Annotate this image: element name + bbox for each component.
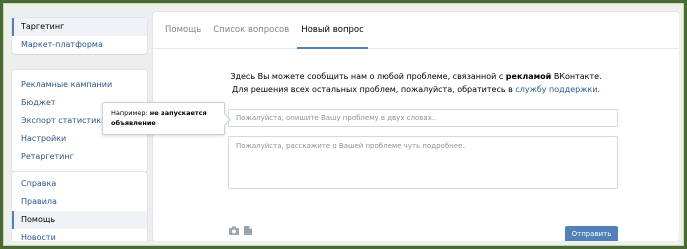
camera-icon[interactable] [229,226,239,238]
document-icon[interactable] [244,226,252,238]
sidebar-item-reference[interactable]: Справка [12,175,147,193]
intro-line2-end: . [597,85,600,94]
tooltip-example-2: объявление [111,119,156,127]
intro-line1-bold: рекламой [505,72,552,81]
main-panel: Помощь Список вопросов Новый вопрос Здес… [153,12,679,241]
send-button[interactable]: Отправить [565,226,618,241]
sidebar-item-retargeting[interactable]: Ретаргетинг [12,148,147,166]
tab-questions-list[interactable]: Список вопросов [207,12,295,48]
tab-bar: Помощь Список вопросов Новый вопрос [153,12,679,49]
tab-new-question[interactable]: Новый вопрос [295,12,370,49]
page-inner: Таргетинг Маркет-платформа Рекламные кам… [10,10,679,241]
sidebar-item-rules[interactable]: Правила [12,193,147,211]
sidebar-group-help: Справка Правила Помощь Новости [12,172,147,241]
question-title-input[interactable]: Пожалуйста, опишите Вашу проблему в двух… [228,109,618,127]
tooltip-prefix: Например: [111,109,150,117]
outer-frame: Таргетинг Маркет-платформа Рекламные кам… [3,3,684,246]
sidebar-group-ads: Таргетинг Маркет-платформа [12,18,147,54]
intro-line1-text: Здесь Вы можете сообщить нам о любой про… [230,72,506,81]
intro-line-1: Здесь Вы можете сообщить нам о любой про… [153,70,679,83]
sidebar-item-news[interactable]: Новости [12,229,147,241]
intro-line1-end: ВКонтакте. [551,72,602,81]
support-link[interactable]: службу поддержки [515,85,597,94]
tooltip-example-1: не запускается [149,109,207,117]
intro-text: Здесь Вы можете сообщить нам о любой про… [153,70,679,96]
sidebar-item-targeting[interactable]: Таргетинг [12,18,147,36]
sidebar-item-market-platform[interactable]: Маркет-платформа [12,36,147,54]
sidebar-item-help[interactable]: Помощь [12,211,147,229]
tab-help[interactable]: Помощь [159,12,207,48]
sidebar-item-campaigns[interactable]: Рекламные кампании [12,76,147,94]
intro-line2-text: Для решения всех остальных проблем, пожа… [232,85,516,94]
question-description-textarea[interactable]: Пожалуйста, расскажите о Вашей проблеме … [228,136,618,189]
intro-line-2: Для решения всех остальных проблем, пожа… [153,83,679,96]
example-tooltip: Например: не запускается объявление [102,102,225,135]
